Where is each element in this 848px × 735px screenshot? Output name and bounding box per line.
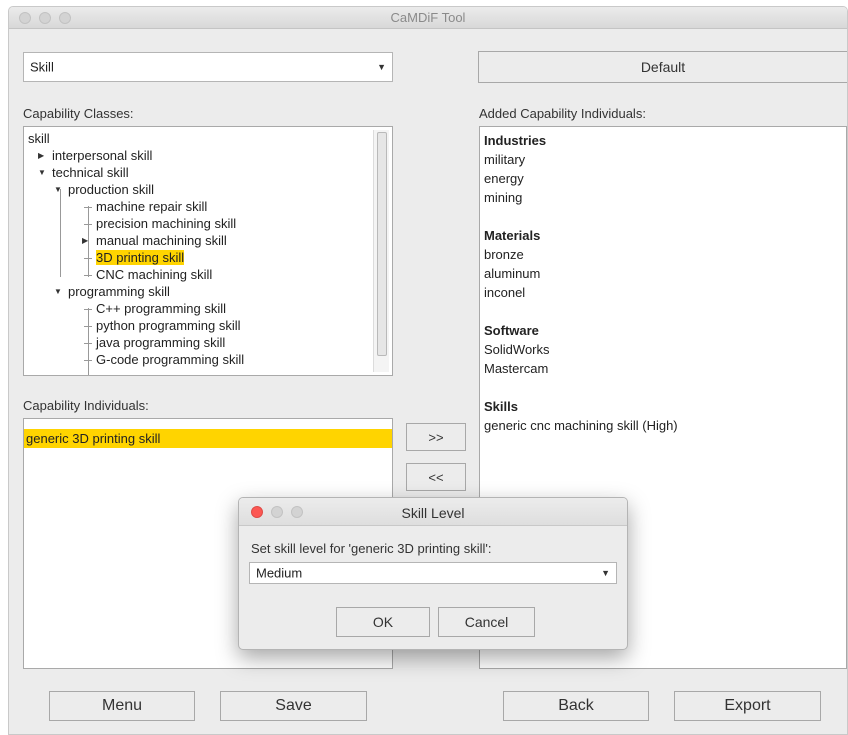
tree-node[interactable]: interpersonal skill xyxy=(52,148,152,164)
group-heading: Skills xyxy=(484,399,518,414)
tree-guide-line xyxy=(88,308,89,375)
tree-node[interactable]: CNC machining skill xyxy=(96,267,212,283)
tree-node[interactable]: C++ programming skill xyxy=(96,301,226,317)
list-item[interactable]: mining xyxy=(484,190,522,206)
tree-node-label: technical skill xyxy=(52,165,129,180)
tree-node-label: programming skill xyxy=(68,284,170,299)
tree-node[interactable]: technical skill xyxy=(52,165,129,181)
back-button[interactable]: Back xyxy=(503,691,649,721)
skill-level-dialog: Skill Level Set skill level for 'generic… xyxy=(238,497,628,650)
added-individuals-label: Added Capability Individuals: xyxy=(479,106,646,121)
collapse-arrow-icon[interactable]: ▼ xyxy=(38,168,46,177)
tree-scrollbar[interactable] xyxy=(373,130,389,372)
capability-type-value: Skill xyxy=(30,59,54,75)
tree-scroll-thumb[interactable] xyxy=(377,132,387,356)
dialog-title: Skill Level xyxy=(401,505,465,521)
collapse-arrow-icon[interactable]: ▼ xyxy=(54,287,62,296)
export-button[interactable]: Export xyxy=(674,691,821,721)
cancel-button[interactable]: Cancel xyxy=(438,607,535,637)
skill-level-prompt: Set skill level for 'generic 3D printing… xyxy=(251,541,492,556)
tree-node-label: CNC machining skill xyxy=(96,267,213,282)
group-heading: Materials xyxy=(484,228,541,243)
list-item[interactable]: generic 3D printing skill xyxy=(24,429,392,448)
tree-node[interactable]: java programming skill xyxy=(96,335,225,351)
chevron-down-icon: ▼ xyxy=(601,568,610,578)
tree-node[interactable]: production skill xyxy=(68,182,154,198)
save-button[interactable]: Save xyxy=(220,691,367,721)
tree-node[interactable]: machine repair skill xyxy=(96,199,207,215)
capability-type-select[interactable]: Skill ▼ xyxy=(23,52,393,82)
capability-classes-tree[interactable]: skill interpersonal skill ▶ technical skill… xyxy=(23,126,393,376)
ok-button[interactable]: OK xyxy=(336,607,430,637)
list-item[interactable]: energy xyxy=(484,171,524,187)
skill-level-value: Medium xyxy=(256,565,303,581)
tree-node-label: skill xyxy=(28,131,50,146)
add-individual-button[interactable]: >> xyxy=(406,423,466,451)
list-item[interactable]: SolidWorks xyxy=(484,342,550,358)
tree-node-label: machine repair skill xyxy=(96,199,208,214)
tree-node-label: python programming skill xyxy=(96,318,241,333)
tree-node-label: C++ programming skill xyxy=(96,301,227,316)
tree-node-label: production skill xyxy=(68,182,154,197)
tree-guide-line xyxy=(60,189,61,277)
tree-node[interactable]: precision machining skill xyxy=(96,216,236,232)
tree-node[interactable]: G-code programming skill xyxy=(96,352,244,368)
tree-node[interactable]: programming skill xyxy=(68,284,170,300)
capability-individuals-label: Capability Individuals: xyxy=(23,398,149,413)
list-item[interactable]: Mastercam xyxy=(484,361,548,377)
tree-node-label: interpersonal skill xyxy=(52,148,153,163)
list-item[interactable]: bronze xyxy=(484,247,524,263)
dialog-title-bar[interactable]: Skill Level xyxy=(239,498,627,526)
expand-arrow-icon[interactable]: ▶ xyxy=(38,151,44,160)
window-title: CaMDiF Tool xyxy=(390,10,466,25)
default-button[interactable]: Default xyxy=(478,51,847,83)
group-heading: Industries xyxy=(484,133,547,148)
list-item-label: generic 3D printing skill xyxy=(26,431,161,446)
tree-guide-line xyxy=(88,206,89,277)
title-bar[interactable]: CaMDiF Tool xyxy=(9,7,847,29)
list-item[interactable]: military xyxy=(484,152,525,168)
tree-node[interactable]: skill xyxy=(28,131,50,147)
list-item[interactable]: aluminum xyxy=(484,266,540,282)
tree-node-label: manual machining skill xyxy=(96,233,227,248)
tree-node-label: precision machining skill xyxy=(96,216,237,231)
list-item[interactable]: generic cnc machining skill (High) xyxy=(484,418,678,434)
chevron-down-icon: ▼ xyxy=(377,62,386,72)
group-heading: Software xyxy=(484,323,539,338)
tree-node[interactable]: manual machining skill xyxy=(96,233,227,249)
tree-node[interactable]: python programming skill xyxy=(96,318,241,334)
capability-classes-label: Capability Classes: xyxy=(23,106,134,121)
tree-node[interactable]: 3D printing skill xyxy=(96,250,185,266)
tree-node-label: 3D printing skill xyxy=(96,250,185,265)
list-item[interactable]: inconel xyxy=(484,285,525,301)
tree-node-label: G-code programming skill xyxy=(96,352,245,367)
menu-button[interactable]: Menu xyxy=(49,691,195,721)
tree-node-label: java programming skill xyxy=(96,335,226,350)
skill-level-select[interactable]: Medium ▼ xyxy=(249,562,617,584)
remove-individual-button[interactable]: << xyxy=(406,463,466,491)
